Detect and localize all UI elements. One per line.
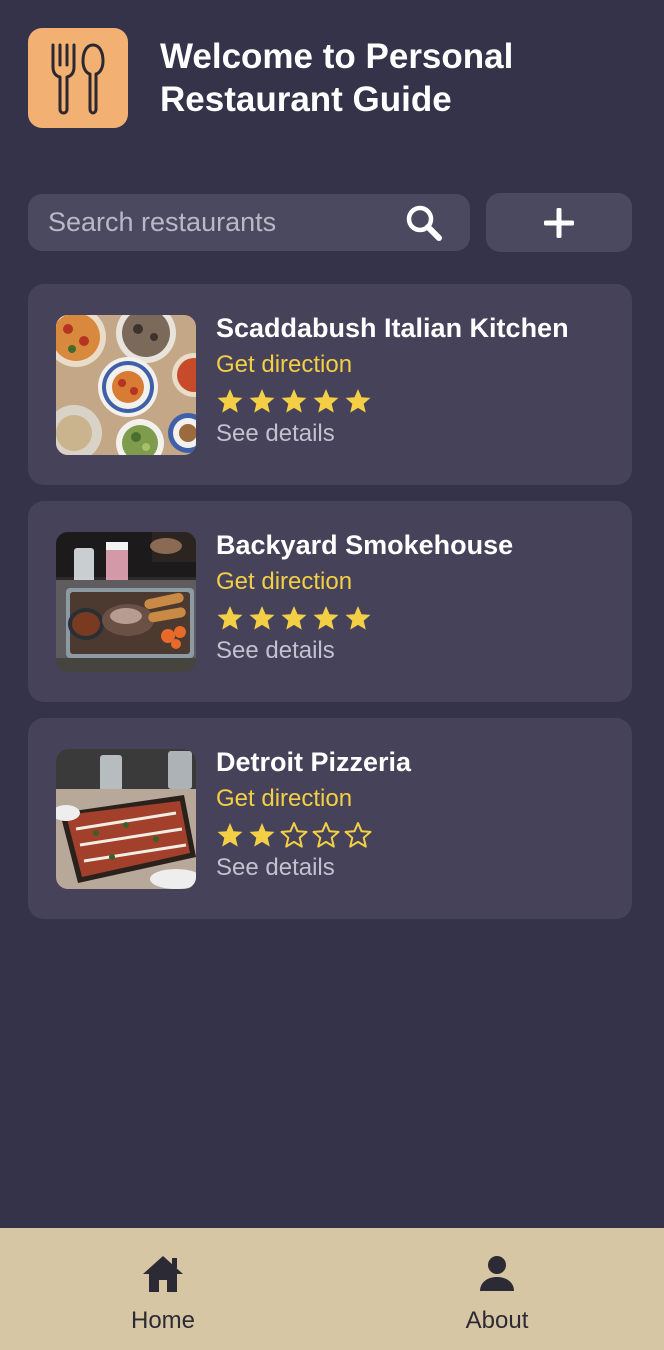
star-filled-icon: [217, 389, 243, 413]
restaurant-name: Detroit Pizzeria: [216, 747, 412, 777]
nav-label-home: Home: [130, 1307, 196, 1334]
star-rating: [216, 385, 616, 417]
app-root: Welcome to Personal Restaurant Guide Sea…: [0, 0, 664, 1350]
plus-icon: [544, 207, 574, 238]
nav-item-home[interactable]: Home: [63, 1228, 263, 1350]
restaurant-card[interactable]: Backyard Smokehouse Get direction See de…: [28, 501, 632, 702]
star-filled-icon: [249, 823, 275, 847]
star-filled-icon: [217, 606, 243, 630]
search-box[interactable]: [28, 194, 470, 251]
get-direction-link[interactable]: Get direction: [216, 567, 616, 597]
nav-label-about: About: [465, 1307, 529, 1334]
square-pizza-photo: [56, 749, 196, 889]
bbq-platter-photo: [56, 532, 196, 672]
search-row: [28, 193, 632, 252]
search-input[interactable]: [48, 194, 398, 251]
restaurant-info: Detroit Pizzeria Get direction See detai…: [216, 744, 616, 883]
star-filled-icon: [345, 389, 371, 413]
header: Welcome to Personal Restaurant Guide: [28, 28, 580, 128]
star-empty-icon: [280, 822, 308, 848]
star-filled-icon: [313, 606, 339, 630]
add-restaurant-button[interactable]: [486, 193, 632, 252]
get-direction-link[interactable]: Get direction: [216, 350, 616, 380]
star-empty-icon: [312, 822, 340, 848]
star-rating: [216, 602, 616, 634]
bottom-nav: Home About: [0, 1228, 664, 1350]
star-filled-icon: [313, 389, 339, 413]
page-title: Welcome to Personal Restaurant Guide: [160, 37, 514, 119]
restaurant-info: Scaddabush Italian Kitchen Get direction…: [216, 310, 616, 449]
pasta-pizza-photo: [56, 315, 196, 455]
restaurant-name: Backyard Smokehouse: [216, 530, 514, 560]
star-empty-icon: [344, 822, 372, 848]
get-direction-link[interactable]: Get direction: [216, 784, 616, 814]
star-filled-icon: [249, 606, 275, 630]
restaurant-list: Scaddabush Italian Kitchen Get direction…: [28, 284, 632, 935]
star-rating: [216, 819, 616, 851]
nav-item-about[interactable]: About: [397, 1228, 597, 1350]
restaurant-card[interactable]: Detroit Pizzeria Get direction See detai…: [28, 718, 632, 919]
person-icon: [480, 1256, 514, 1291]
home-icon: [143, 1256, 183, 1292]
search-icon[interactable]: [404, 203, 444, 243]
see-details-link[interactable]: See details: [216, 853, 616, 883]
restaurant-info: Backyard Smokehouse Get direction See de…: [216, 527, 616, 666]
see-details-link[interactable]: See details: [216, 636, 616, 666]
star-filled-icon: [281, 606, 307, 630]
fork-spoon-icon: [28, 28, 128, 128]
restaurant-card[interactable]: Scaddabush Italian Kitchen Get direction…: [28, 284, 632, 485]
star-filled-icon: [345, 606, 371, 630]
see-details-link[interactable]: See details: [216, 419, 616, 449]
star-filled-icon: [217, 823, 243, 847]
star-filled-icon: [281, 389, 307, 413]
star-filled-icon: [249, 389, 275, 413]
restaurant-name: Scaddabush Italian Kitchen: [216, 313, 569, 343]
